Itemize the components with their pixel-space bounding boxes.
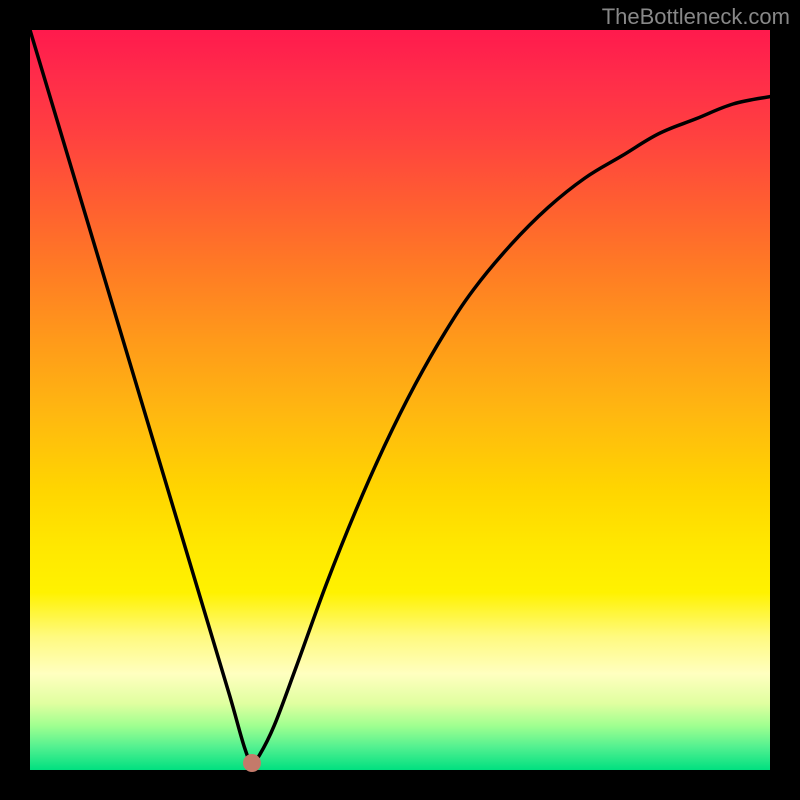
attribution-label: TheBottleneck.com [602,4,790,30]
chart-plot-area [30,30,770,770]
bottleneck-curve-line [30,30,770,770]
optimal-point-marker [243,754,261,772]
